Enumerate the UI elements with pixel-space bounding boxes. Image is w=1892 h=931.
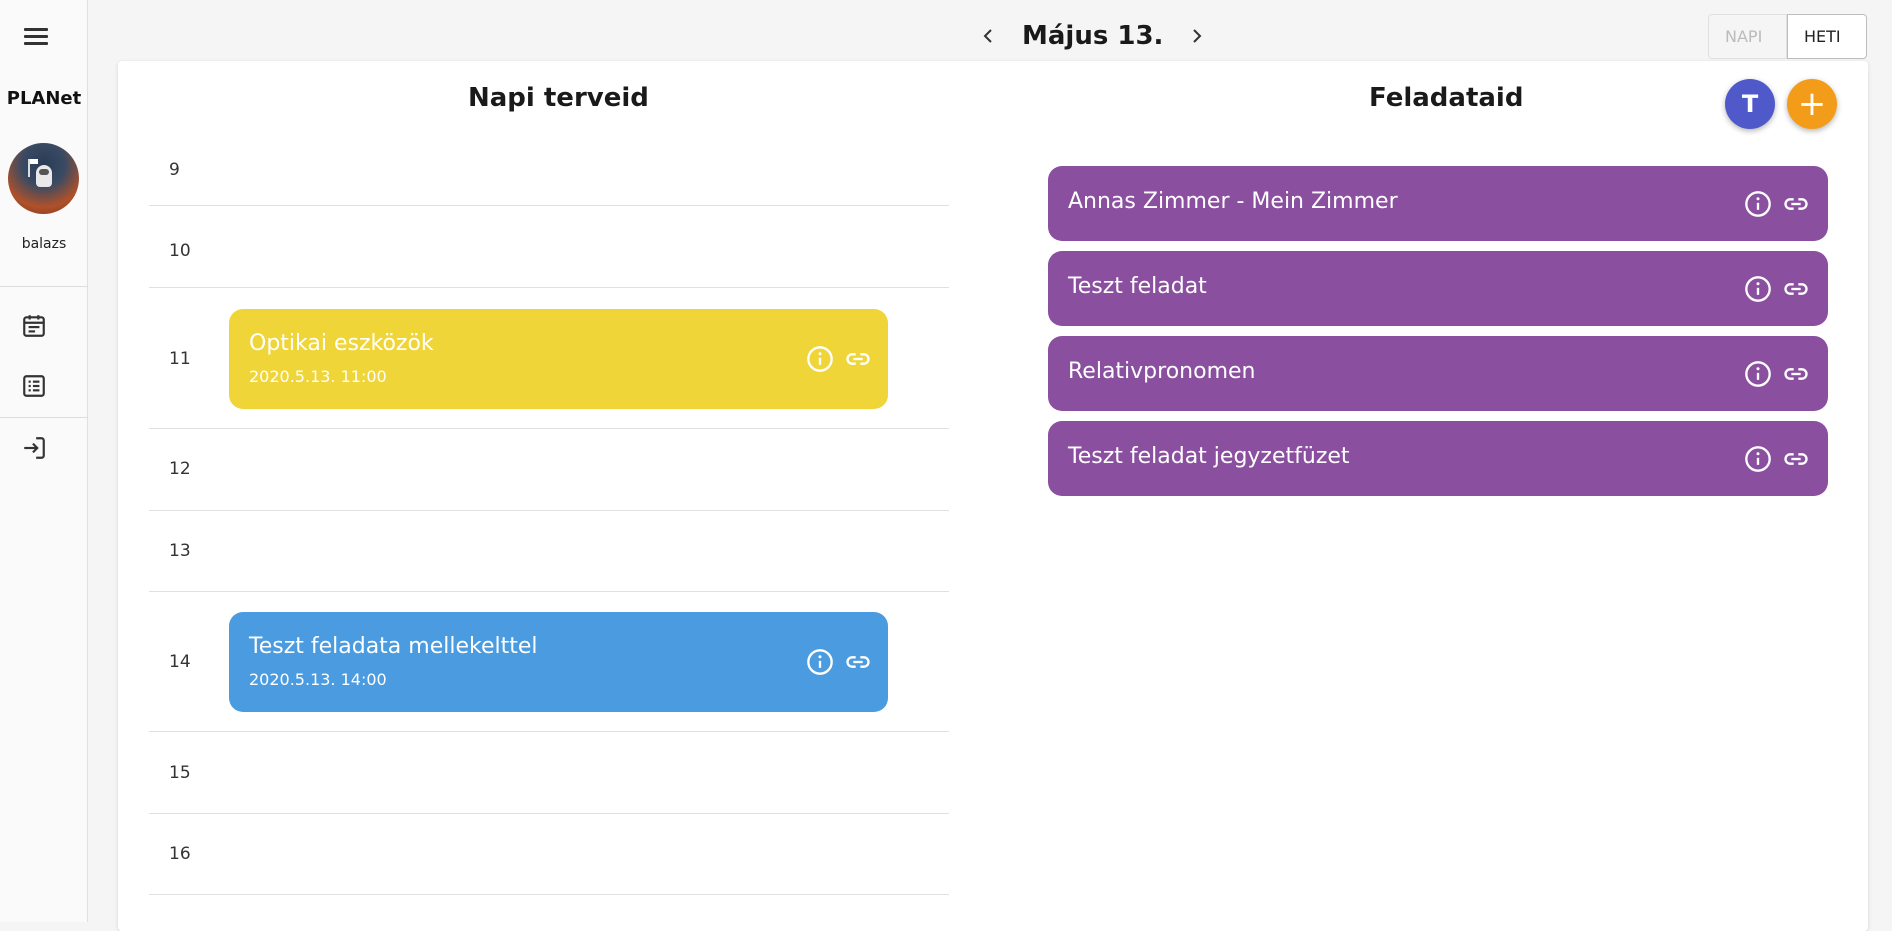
hour-divider xyxy=(149,428,949,429)
chevron-right-icon[interactable] xyxy=(1185,24,1209,48)
hour-label: 12 xyxy=(169,459,191,479)
plus-icon: + xyxy=(1797,84,1827,124)
task-label: Teszt feladat xyxy=(1068,274,1207,299)
info-icon[interactable] xyxy=(1744,445,1772,473)
hour-label: 10 xyxy=(169,241,191,261)
weekly-view-button[interactable]: HETI xyxy=(1787,14,1867,59)
main-card: Napi terveid Feladataid 9 10 11 12 13 14… xyxy=(118,61,1868,931)
divider xyxy=(0,286,88,287)
link-icon[interactable] xyxy=(1782,445,1810,473)
task-item[interactable]: Teszt feladat jegyzetfüzet xyxy=(1048,421,1828,496)
hour-divider xyxy=(149,731,949,732)
event-card[interactable]: Optikai eszközök 2020.5.13. 11:00 xyxy=(229,309,888,409)
link-icon[interactable] xyxy=(1782,275,1810,303)
task-label: Annas Zimmer - Mein Zimmer xyxy=(1068,189,1398,214)
chevron-left-icon[interactable] xyxy=(976,24,1000,48)
app-brand: PLANet xyxy=(6,88,82,109)
event-time: 2020.5.13. 11:00 xyxy=(249,367,387,386)
hour-divider xyxy=(149,205,949,206)
daily-view-button[interactable]: NAPI xyxy=(1708,14,1787,59)
flag-icon xyxy=(28,159,38,177)
info-icon[interactable] xyxy=(1744,360,1772,388)
hour-label: 13 xyxy=(169,541,191,561)
task-label: Teszt feladat jegyzetfüzet xyxy=(1068,444,1350,469)
astronaut-icon xyxy=(36,165,52,187)
event-title: Optikai eszközök xyxy=(249,331,434,356)
teams-icon: T xyxy=(1741,90,1759,118)
hour-label: 14 xyxy=(169,652,191,672)
hour-label: 16 xyxy=(169,844,191,864)
event-time: 2020.5.13. 14:00 xyxy=(249,670,387,689)
calendar-icon[interactable] xyxy=(21,313,47,339)
link-icon[interactable] xyxy=(1782,360,1810,388)
task-item[interactable]: Annas Zimmer - Mein Zimmer xyxy=(1048,166,1828,241)
avatar[interactable] xyxy=(8,143,79,214)
menu-icon[interactable] xyxy=(24,24,48,48)
date-navigation: Május 13. xyxy=(976,14,1209,58)
topbar: Május 13. NAPI HETI xyxy=(88,0,1892,60)
hour-divider xyxy=(149,287,949,288)
link-icon[interactable] xyxy=(1782,190,1810,218)
task-item[interactable]: Teszt feladat xyxy=(1048,251,1828,326)
date-title: Május 13. xyxy=(1022,21,1164,51)
hour-divider xyxy=(149,591,949,592)
teams-button[interactable]: T xyxy=(1725,79,1775,129)
task-item[interactable]: Relativpronomen xyxy=(1048,336,1828,411)
hour-label: 15 xyxy=(169,763,191,783)
info-icon[interactable] xyxy=(1744,275,1772,303)
hour-divider xyxy=(149,894,949,895)
tasks-title: Feladataid xyxy=(1369,83,1524,113)
event-card[interactable]: Teszt feladata mellekelttel 2020.5.13. 1… xyxy=(229,612,888,712)
add-button[interactable]: + xyxy=(1787,79,1837,129)
hour-divider xyxy=(149,813,949,814)
sidebar: PLANet balazs xyxy=(0,0,88,922)
link-icon[interactable] xyxy=(844,648,872,676)
username: balazs xyxy=(21,236,67,252)
hour-label: 11 xyxy=(169,349,191,369)
list-icon[interactable] xyxy=(21,373,47,399)
divider xyxy=(0,417,88,418)
event-title: Teszt feladata mellekelttel xyxy=(249,634,538,659)
hour-divider xyxy=(149,510,949,511)
link-icon[interactable] xyxy=(844,345,872,373)
logout-icon[interactable] xyxy=(21,435,47,461)
task-label: Relativpronomen xyxy=(1068,359,1256,384)
info-icon[interactable] xyxy=(806,345,834,373)
hour-label: 9 xyxy=(169,160,180,180)
info-icon[interactable] xyxy=(806,648,834,676)
planner-title: Napi terveid xyxy=(468,83,649,113)
info-icon[interactable] xyxy=(1744,190,1772,218)
